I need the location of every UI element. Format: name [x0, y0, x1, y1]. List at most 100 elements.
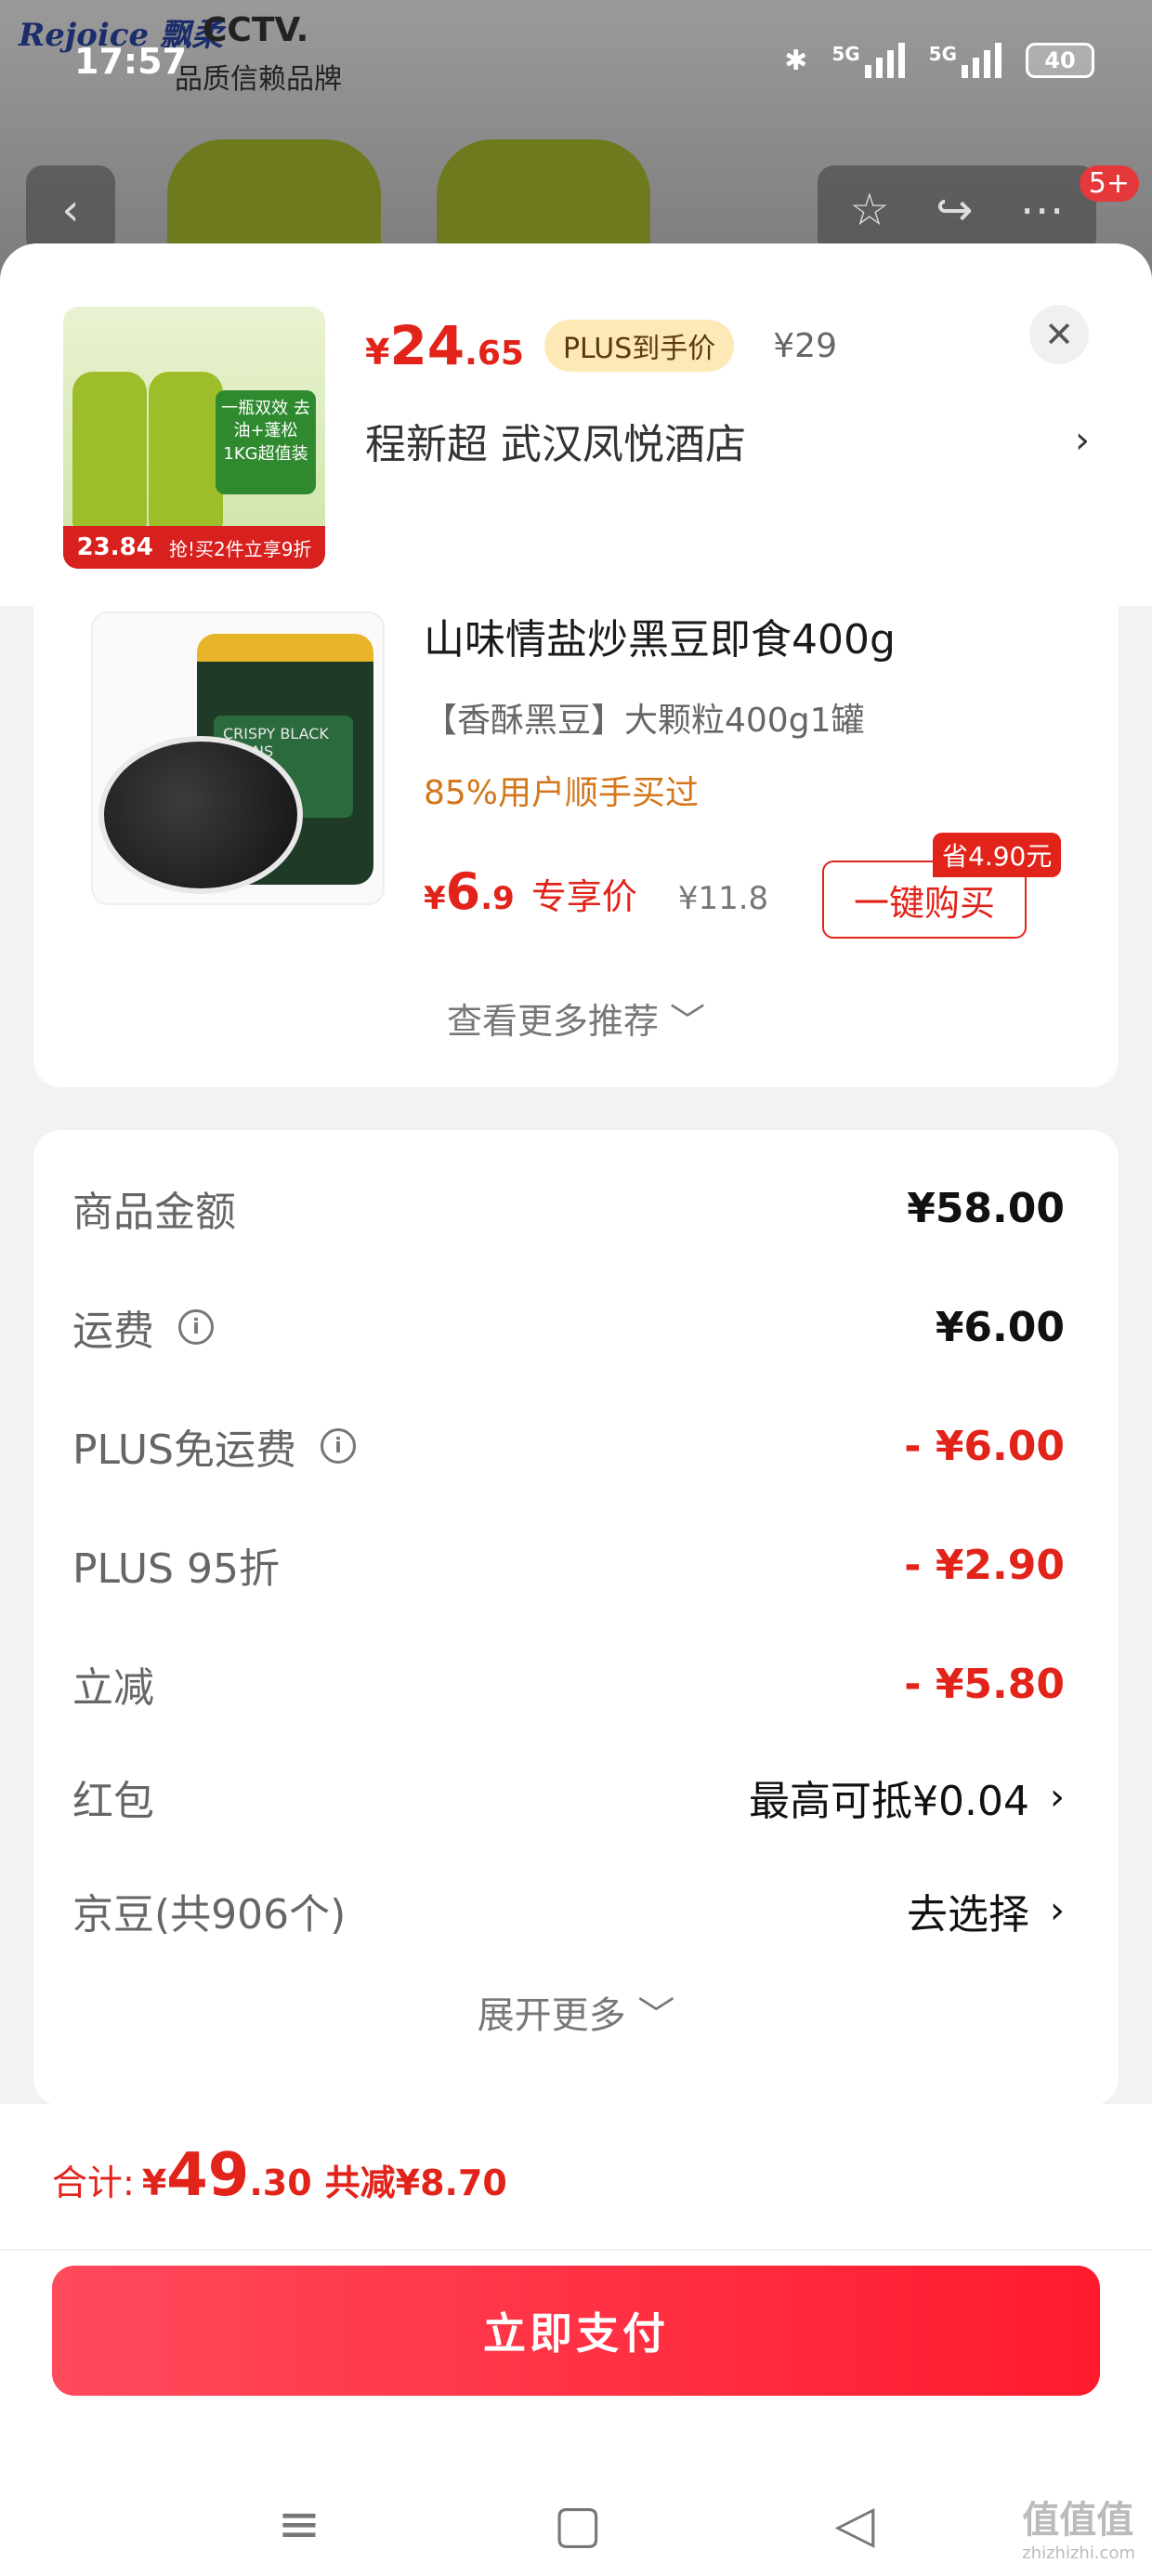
fee-label-text: 商品金额	[72, 1189, 236, 1236]
checkout-sheet: 一瓶双效 去油+蓬松 1KG超值装 23.84 抢!买2件立享9折 ¥ 24 .…	[0, 243, 1152, 2576]
total-currency: ¥	[141, 2162, 167, 2203]
close-icon: ✕	[1044, 314, 1074, 355]
view-more-recommendations[interactable]: 查看更多推荐 ﹀	[33, 992, 1119, 1044]
plus-price-tag: PLUS到手价	[543, 320, 735, 372]
back-button[interactable]: ‹	[26, 165, 115, 255]
battery-icon: 40	[1026, 43, 1094, 78]
thumbnail-promo-text: 一瓶双效 去油+蓬松 1KG超值装	[216, 390, 316, 494]
fee-label: PLUS免运费 i	[72, 1416, 356, 1476]
fee-label-text: PLUS 95折	[72, 1545, 280, 1593]
cctv-logo: CCTV.	[203, 11, 309, 49]
star-icon[interactable]: ☆	[849, 184, 889, 236]
info-icon[interactable]: i	[178, 1309, 214, 1345]
bluetooth-icon: ✱	[784, 44, 808, 77]
share-icon[interactable]: ↪	[936, 184, 973, 236]
chevron-right-icon: ›	[1075, 419, 1090, 462]
total-label: 合计:	[52, 2162, 135, 2203]
fee-label: 商品金额	[72, 1178, 236, 1238]
fee-label-text: 红包	[72, 1778, 154, 1825]
price-decimal: .65	[465, 335, 524, 373]
recommended-product-image[interactable]: CRISPY BLACK BEANS	[91, 611, 385, 905]
fee-row-red-packet[interactable]: 红包 最高可抵¥0.04 ›	[72, 1768, 1065, 1827]
price-currency: ¥	[424, 880, 446, 917]
product-thumbnail[interactable]: 一瓶双效 去油+蓬松 1KG超值装 23.84 抢!买2件立享9折	[63, 307, 325, 569]
price-decimal: .9	[480, 880, 515, 917]
exclusive-price-label: 专享价	[530, 876, 637, 917]
site-watermark: 值值值 zhizhizhi.com	[1022, 2490, 1135, 2563]
back-triangle-icon[interactable]: ◁	[834, 2494, 874, 2555]
fee-breakdown-card: 商品金额 ¥58.00 运费 i ¥6.00 PLUS免运费 i - ¥6.00 P…	[33, 1130, 1119, 2106]
total-decimal: .30	[249, 2162, 312, 2203]
watermark-url: zhizhizhi.com	[1022, 2543, 1135, 2563]
chevron-left-icon: ‹	[61, 184, 80, 236]
fee-label: PLUS 95折	[72, 1535, 280, 1595]
original-price: ¥11.8	[677, 880, 769, 917]
signal-icon: 5G	[929, 43, 1001, 78]
social-proof-text: 85%用户顺手买过	[424, 774, 700, 812]
savings-badge: 省4.90元	[933, 833, 1062, 877]
fee-label: 京豆(共906个)	[72, 1881, 346, 1940]
recommended-price-row: ¥ 6 .9 专享价 ¥11.8	[424, 862, 768, 921]
fee-label: 红包	[72, 1768, 154, 1827]
total-summary: 合计: ¥ 49 .30 共减¥8.70	[52, 2141, 507, 2210]
close-button[interactable]: ✕	[1029, 305, 1089, 364]
signal-icon: 5G	[831, 43, 905, 78]
fee-row-jd-beans[interactable]: 京豆(共906个) 去选择 ›	[72, 1881, 1065, 1940]
total-integer: 49	[166, 2141, 250, 2210]
info-icon[interactable]: i	[321, 1428, 356, 1464]
price-currency: ¥	[365, 332, 390, 373]
system-navigation-bar: ≡ ▢ ◁	[0, 2494, 1152, 2555]
thumbnail-price: 23.84	[76, 533, 153, 561]
fee-value-text: 最高可抵¥0.04	[749, 1778, 1029, 1825]
fee-label: 立减	[72, 1654, 154, 1714]
address-selector[interactable]: 程新超 武汉凤悦酒店 ›	[365, 411, 1090, 470]
fee-label: 运费 i	[72, 1297, 214, 1357]
fee-value: - ¥2.90	[904, 1541, 1065, 1589]
fee-row-plus-free-shipping: PLUS免运费 i - ¥6.00	[72, 1416, 1065, 1476]
total-savings: 共减¥8.70	[324, 2162, 507, 2203]
fee-value: - ¥6.00	[904, 1422, 1065, 1470]
fee-row-subtotal: 商品金额 ¥58.00	[72, 1178, 1065, 1238]
product-price-row: ¥ 24 .65 PLUS到手价 ¥29	[365, 314, 837, 377]
chevron-right-icon: ›	[1050, 1776, 1065, 1819]
price-integer: 6	[445, 862, 481, 921]
fee-label-text: 京豆(共906个)	[72, 1891, 347, 1939]
fee-value: ¥58.00	[907, 1184, 1065, 1232]
sheet-header: 一瓶双效 去油+蓬松 1KG超值装 23.84 抢!买2件立享9折 ¥ 24 .…	[0, 243, 1152, 606]
divider	[0, 2249, 1152, 2251]
top-action-group: ☆ ↪ ⋯	[818, 165, 1096, 255]
status-time: 17:57	[74, 41, 187, 82]
thumbnail-footer: 23.84 抢!买2件立享9折	[63, 526, 325, 569]
fee-label-text: 运费	[72, 1308, 154, 1355]
more-icon[interactable]: ⋯	[1020, 184, 1065, 236]
expand-more-button[interactable]: 展开更多 ﹀	[33, 1985, 1119, 2039]
bowl-shape	[98, 736, 303, 894]
original-price: ¥29	[773, 326, 837, 365]
address-text: 程新超 武汉凤悦酒店	[365, 421, 746, 468]
fee-value: 去选择 ›	[907, 1881, 1065, 1940]
menu-icon[interactable]: ≡	[278, 2494, 321, 2555]
fee-row-plus-discount: PLUS 95折 - ¥2.90	[72, 1535, 1065, 1595]
fee-label-text: 立减	[72, 1664, 154, 1712]
bottle-shape	[149, 372, 223, 530]
fee-row-instant-discount: 立减 - ¥5.80	[72, 1654, 1065, 1714]
fee-value: ¥6.00	[935, 1303, 1065, 1351]
chevron-right-icon: ›	[1050, 1889, 1065, 1932]
thumbnail-footer-text: 抢!买2件立享9折	[168, 537, 312, 560]
fee-value: - ¥5.80	[904, 1660, 1065, 1708]
brand-tagline: 品质信赖品牌	[175, 63, 342, 96]
price-integer: 24	[389, 314, 465, 377]
bottle-shape	[72, 372, 147, 530]
status-icons: ✱ 5G 5G 40	[784, 43, 1094, 78]
fee-value: 最高可抵¥0.04 ›	[749, 1768, 1065, 1827]
recommended-product-spec: 【香酥黑豆】大颗粒400g1罐	[424, 702, 865, 740]
bottom-pay-bar: 合计: ¥ 49 .30 共减¥8.70 立即支付 ≡ ▢ ◁ 值值值 zhiz…	[0, 2104, 1152, 2576]
fee-row-shipping: 运费 i ¥6.00	[72, 1297, 1065, 1357]
cart-badge: 5+	[1079, 165, 1139, 202]
fee-value-text: 去选择	[907, 1891, 1029, 1939]
pay-now-button[interactable]: 立即支付	[52, 2266, 1100, 2396]
home-icon[interactable]: ▢	[553, 2494, 602, 2555]
fee-label-text: PLUS免运费	[72, 1426, 296, 1474]
recommended-product-title[interactable]: 山味情盐炒黑豆即食400g	[424, 606, 896, 665]
watermark-text: 值值值	[1022, 2499, 1134, 2542]
